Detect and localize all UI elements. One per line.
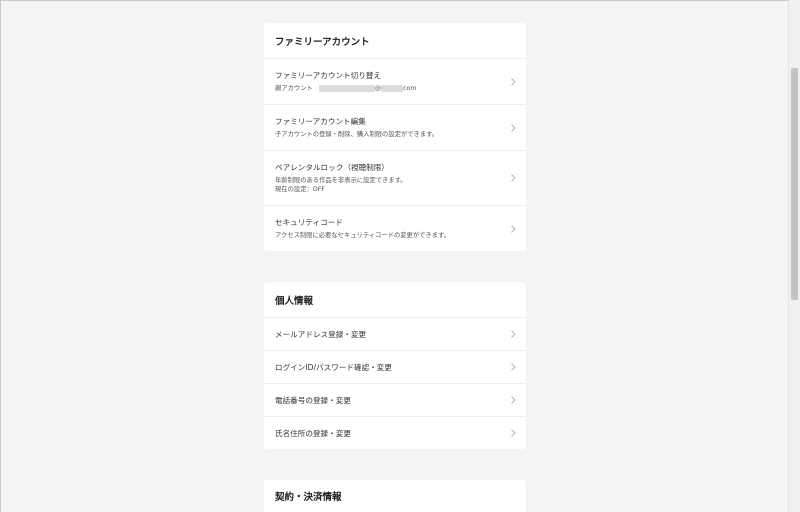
family-account-heading: ファミリーアカウント [264,23,526,59]
email-suffix: com [403,85,417,92]
chevron-right-icon [511,77,516,86]
chevron-right-icon [511,330,516,338]
window-border-top [0,0,800,1]
family-account-switch-label: ファミリーアカウント切り替え [275,71,382,80]
family-account-edit-desc: 子アカウントの登録・削除、購入制限の設定ができます。 [275,131,439,138]
masked-email-domain [381,85,404,92]
login-password-label: ログインID/パスワード確認・変更 [275,362,392,372]
security-code-label: セキュリティコード [275,218,343,227]
parental-lock-row[interactable]: ペアレンタルロック（視聴制限） 年齢制限のある作品を非表示に設定できます。 現在… [264,151,526,206]
email-settings-row[interactable]: メールアドレス登録・変更 [264,318,526,351]
phone-settings-label: 電話番号の登録・変更 [275,395,351,405]
contract-payment-heading: 契約・決済情報 [275,492,342,503]
page-scrollbar[interactable] [788,0,800,512]
security-code-row[interactable]: セキュリティコード アクセス制限に必要なセキュリティコードの変更ができます。 [264,206,526,251]
family-account-switch-row[interactable]: ファミリーアカウント切り替え 親アカウント @ com [264,59,526,105]
parent-account-info: 親アカウント @ com [275,84,502,93]
personal-info-heading: 個人情報 [264,282,526,318]
chevron-right-icon [511,174,516,182]
name-address-label: 氏名住所の登録・変更 [275,428,351,438]
personal-info-card: 個人情報 メールアドレス登録・変更 ログインID/パスワード確認・変更 電話番号… [264,282,526,449]
chevron-right-icon [511,363,516,371]
login-password-row[interactable]: ログインID/パスワード確認・変更 [264,351,526,384]
parental-lock-status: 現在の設定：OFF [275,186,325,193]
parental-lock-desc: 年齢制限のある作品を非表示に設定できます。 [275,177,407,184]
window-border-left [0,0,1,512]
name-address-row[interactable]: 氏名住所の登録・変更 [264,417,526,449]
chevron-right-icon [511,429,516,437]
chevron-right-icon [511,224,516,233]
family-account-card: ファミリーアカウント ファミリーアカウント切り替え 親アカウント @ com フ… [264,23,526,251]
phone-settings-row[interactable]: 電話番号の登録・変更 [264,384,526,417]
masked-email-user [318,85,375,92]
email-settings-label: メールアドレス登録・変更 [275,329,367,339]
family-account-edit-row[interactable]: ファミリーアカウント編集 子アカウントの登録・削除、購入制限の設定ができます。 [264,105,526,151]
scrollbar-thumb[interactable] [791,68,798,300]
contract-payment-card: 契約・決済情報 [264,480,526,512]
parent-account-prefix: 親アカウント [275,85,313,92]
parental-lock-label: ペアレンタルロック（視聴制限） [275,163,389,172]
family-account-edit-label: ファミリーアカウント編集 [275,117,366,126]
chevron-right-icon [511,396,516,404]
chevron-right-icon [511,123,516,132]
security-code-desc: アクセス制限に必要なセキュリティコードの変更ができます。 [275,232,450,239]
